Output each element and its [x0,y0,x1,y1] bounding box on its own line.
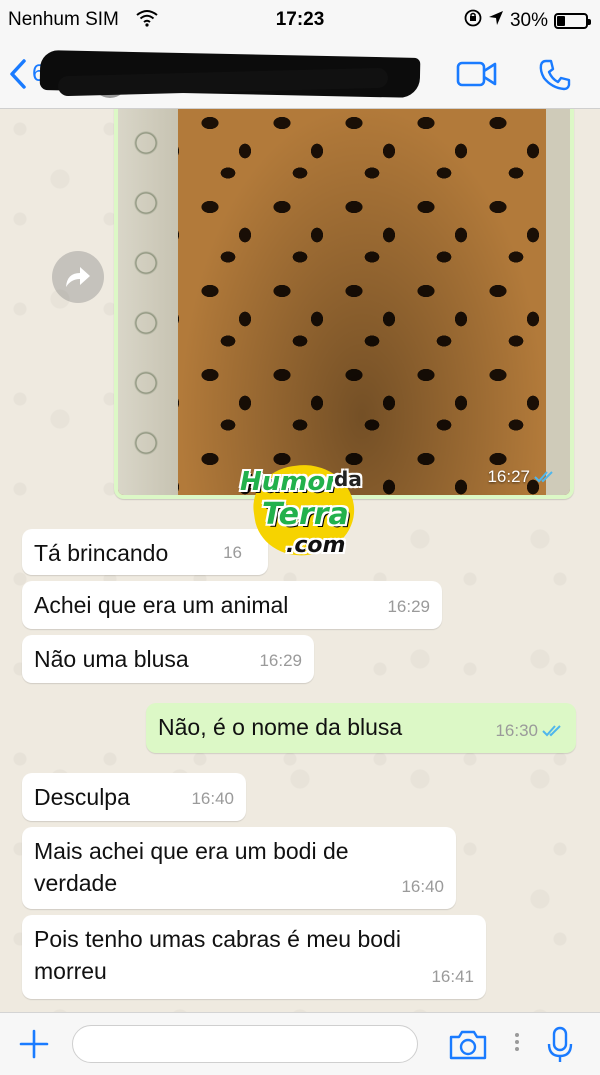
video-camera-icon [456,61,497,87]
video-call-button[interactable] [456,60,498,93]
camera-icon [449,1030,487,1060]
battery-icon [554,13,591,29]
orientation-lock-icon [464,9,482,33]
plus-icon [19,1029,49,1059]
forward-arrow-icon [66,267,90,287]
message-meta: 16:30 [495,715,564,747]
voice-call-button[interactable] [538,58,572,97]
location-icon [488,10,504,32]
message-text: Mais achei que era um bodi de verdade [34,838,349,896]
message-text: Pois tenho umas cabras é meu bodi morreu [34,926,401,984]
message-time: 16:40 [191,789,234,808]
message-bubble-incoming[interactable]: Achei que era um animal 16:29 [22,581,442,629]
message-input[interactable] [72,1025,418,1063]
message-time: 16:29 [259,651,302,670]
voice-record-button[interactable] [546,1025,574,1070]
message-bubble-incoming[interactable]: Não uma blusa 16:29 [22,635,314,683]
microphone-icon [547,1026,573,1062]
message-text: Achei que era um animal [34,592,289,618]
double-check-icon [534,471,553,483]
more-options-indicator [514,1031,520,1058]
double-check-icon [542,725,561,737]
message-bubble-incoming[interactable]: Pois tenho umas cabras é meu bodi morreu… [22,915,486,999]
status-bar: Nenhum SIM 17:23 30% [0,0,600,42]
message-bubble-incoming[interactable]: Mais achei que era um bodi de verdade 16… [22,827,456,909]
vertical-dots-icon [515,1033,519,1051]
battery-percent: 30% [509,10,548,31]
message-time: 16:29 [387,597,430,616]
message-time: 16:30 [495,721,538,740]
message-bubble-outgoing[interactable]: Não, é o nome da blusa 16:30 [146,703,576,753]
message-time: 16:27 [487,467,530,486]
attach-button[interactable] [18,1028,50,1065]
chevron-left-icon [10,59,26,89]
message-bubble-incoming[interactable]: Desculpa 16:40 [22,773,246,821]
photo-message[interactable]: 16:27 [114,109,574,499]
phone-icon [539,59,571,91]
message-meta: 16:27 [487,467,556,487]
message-time: 16:41 [431,967,474,986]
chat-header: 6 [0,42,600,109]
leopard-print-photo[interactable] [118,109,570,495]
camera-button[interactable] [448,1029,488,1066]
humor-da-terra-watermark: Humor da Terra .com [232,458,378,567]
forward-button[interactable] [52,251,104,303]
chat-area[interactable]: 16:27 Tá brincando 16 Humor da Terra .co… [0,109,600,1012]
status-right: 30% [464,9,591,33]
composer-bar [0,1012,600,1075]
message-time: 16:40 [401,877,444,896]
